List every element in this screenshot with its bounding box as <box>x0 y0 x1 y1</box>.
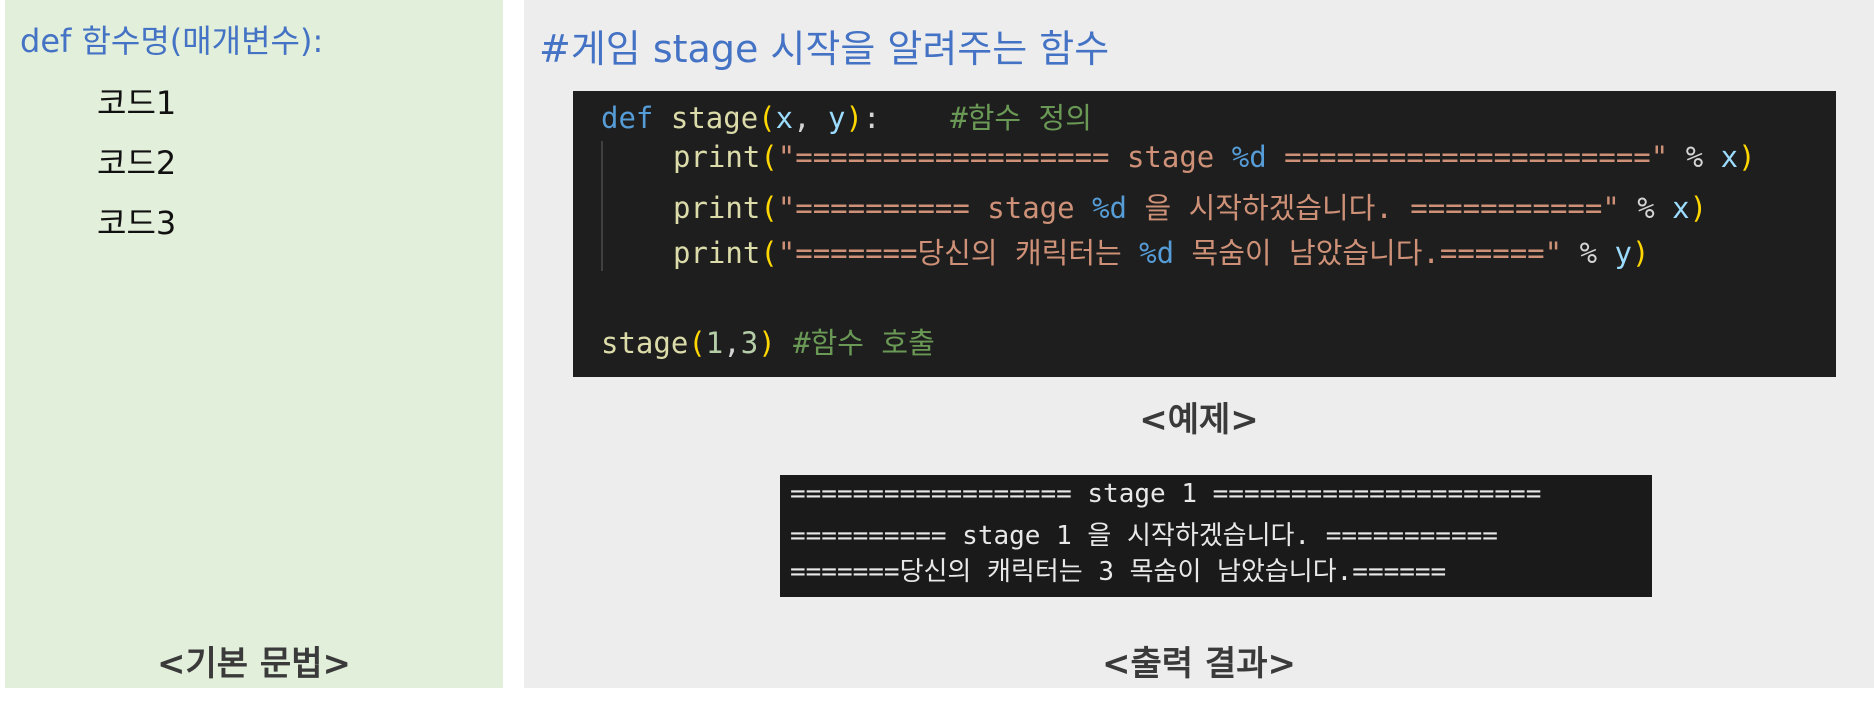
code-string: 을 시작하겠습니다. ===========" <box>1126 191 1620 225</box>
syntax-panel: def 함수명(매개변수): 코드1 코드2 코드3 <기본 문법> <box>5 0 503 688</box>
code-function-name: stage <box>670 101 759 135</box>
code-print: print <box>673 236 761 270</box>
syntax-header: def 함수명(매개변수): <box>20 22 324 60</box>
code-string: =====================" <box>1266 140 1669 174</box>
output-line-1: ================== stage 1 =============… <box>790 479 1542 509</box>
example-title: #게임 stage 시작을 알려주는 함수 <box>539 27 1110 71</box>
syntax-line-3: 코드3 <box>97 204 177 242</box>
output-caption: <출력 결과> <box>1102 644 1296 684</box>
code-line-1: def stage(x, y): #함수 정의 <box>601 95 1092 137</box>
code-operator: % <box>1668 140 1721 174</box>
code-print: print <box>673 140 761 174</box>
code-line-5: stage(1,3) #함수 호출 <box>601 320 935 362</box>
indent-guide <box>601 141 603 271</box>
code-paren: ( <box>760 191 778 225</box>
output-line-2: ========== stage 1 을 시작하겠습니다. ==========… <box>790 521 1498 551</box>
syntax-line-2: 코드2 <box>97 144 177 182</box>
example-panel: #게임 stage 시작을 알려주는 함수 def stage(x, y): #… <box>524 0 1874 688</box>
code-param-x: x <box>775 101 794 135</box>
code-paren: ) <box>1689 191 1708 225</box>
code-paren: ) <box>845 101 863 135</box>
code-format-spec: %d <box>1139 236 1175 270</box>
code-number: 1 <box>705 326 724 360</box>
code-string: "=======당신의 캐릭터는 <box>777 236 1140 270</box>
code-comment-define: #함수 정의 <box>950 101 1092 135</box>
code-operator: % <box>1619 191 1673 225</box>
code-block: def stage(x, y): #함수 정의 print("=========… <box>573 91 1836 377</box>
code-function-call: stage <box>601 326 689 360</box>
code-paren: ( <box>760 236 778 270</box>
code-paren: ( <box>760 140 778 174</box>
code-operator: % <box>1562 236 1615 270</box>
output-line-3: =======당신의 캐릭터는 3 목숨이 남았습니다.====== <box>790 557 1447 587</box>
code-var: x <box>1672 191 1690 225</box>
output-console: ================== stage 1 =============… <box>780 475 1652 597</box>
code-comma: , <box>723 326 741 360</box>
code-format-spec: %d <box>1092 191 1127 225</box>
code-print: print <box>673 191 761 225</box>
code-string: "================== stage <box>777 140 1232 174</box>
syntax-line-1: 코드1 <box>97 84 177 122</box>
code-string: "========== stage <box>777 191 1093 225</box>
code-paren: ) <box>758 326 776 360</box>
code-comment-call: #함수 호출 <box>775 326 935 360</box>
example-caption: <예제> <box>1139 400 1259 440</box>
code-line-2: print("================== stage %d =====… <box>673 140 1756 174</box>
code-string: 목숨이 남았습니다.======" <box>1174 236 1563 270</box>
code-param-y: y <box>828 101 846 135</box>
code-number: 3 <box>740 326 759 360</box>
code-line-3: print("========== stage %d 을 시작하겠습니다. ==… <box>673 185 1707 227</box>
code-var: y <box>1614 236 1632 270</box>
code-line-4: print("=======당신의 캐릭터는 %d 목숨이 남았습니다.====… <box>673 230 1649 272</box>
code-paren: ) <box>1738 140 1756 174</box>
code-paren: ) <box>1631 236 1650 270</box>
code-var: x <box>1720 140 1739 174</box>
code-format-spec: %d <box>1231 140 1267 174</box>
code-paren: ( <box>688 326 706 360</box>
code-keyword-def: def <box>601 101 654 135</box>
code-colon: : <box>862 101 881 135</box>
code-paren: ( <box>758 101 776 135</box>
syntax-caption: <기본 문법> <box>157 644 351 684</box>
code-comma: , <box>793 101 829 135</box>
